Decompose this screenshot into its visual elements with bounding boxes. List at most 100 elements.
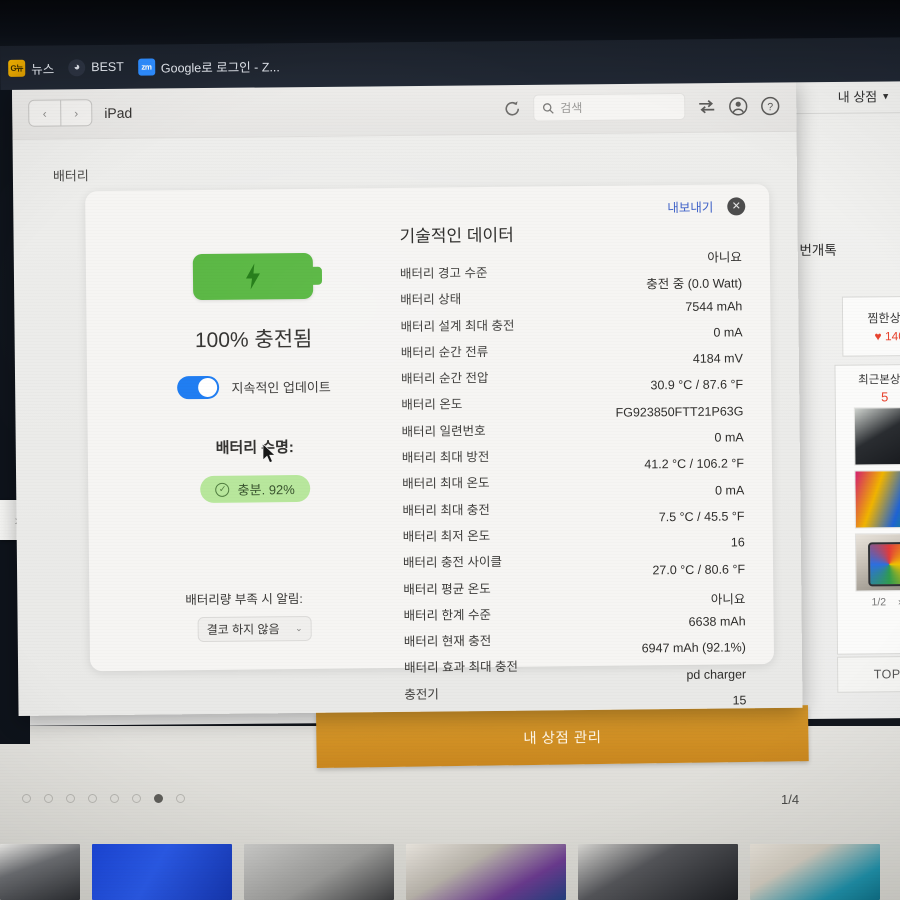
recent-pager-label: 1/2 (871, 596, 887, 609)
heart-icon: ♥ (874, 329, 882, 344)
product-thumbnail[interactable] (853, 407, 900, 466)
scroll-to-top-button[interactable]: TOP (837, 655, 900, 693)
panel-actions: 내보내기 ✕ (667, 196, 746, 216)
product-thumbnail[interactable] (854, 533, 900, 592)
carousel-dot[interactable] (110, 794, 119, 803)
technical-data-title: 기술적인 데이터 (399, 225, 514, 246)
technical-data-label: 배터리 순간 전류 (400, 344, 489, 360)
carousel-dot[interactable] (44, 794, 53, 803)
low-battery-notify-value: 결코 하지 않음 (206, 622, 280, 637)
product-thumbnail[interactable] (854, 470, 900, 529)
talk-label: 번개톡 (799, 242, 837, 259)
technical-data-label: 배터리 상태 (400, 292, 462, 308)
technical-data-label: 배터리 최대 충전 (402, 502, 490, 518)
battery-detail-panel: 내보내기 ✕ 100% 충전됨 지속적인 업데이트 배터리 수명: ✓ 충분. … (85, 184, 775, 716)
battery-summary: 100% 충전됨 지속적인 업데이트 배터리 수명: ✓ 충분. 92% (108, 230, 401, 504)
battery-health-text: 충분. 92% (237, 482, 295, 498)
check-circle-icon: ✓ (215, 482, 230, 497)
help-circle-icon[interactable]: ? (760, 95, 780, 115)
toolbar-spacer (144, 108, 491, 112)
photo-of-screen: G뉴 뉴스 ◕ BEST zm Google로 로그인 - Z... 내 상점 … (0, 0, 900, 900)
low-battery-notify-label: 배터리량 부족 시 알림: (185, 591, 303, 608)
battery-life-title: 배터리 수명: (215, 439, 294, 457)
lightning-bolt-icon (246, 263, 260, 290)
filmstrip-photo[interactable] (0, 844, 80, 900)
continuous-update-label: 지속적인 업데이트 (231, 379, 331, 396)
wishlist-card[interactable]: 찜한상품 ♥ 140 (841, 295, 900, 357)
search-placeholder: 검색 (560, 101, 583, 116)
carousel-dot[interactable] (22, 794, 31, 803)
recent-title: 최근본상품 (858, 374, 900, 387)
chevron-down-icon: ▼ (881, 90, 891, 101)
continuous-update-toggle[interactable] (177, 375, 220, 400)
bookmark-label: BEST (91, 59, 124, 75)
technical-data-value: 0 mA (713, 325, 743, 340)
bookmark-label: 뉴스 (31, 61, 55, 77)
technical-data-label: 배터리 현재 충전 (403, 634, 492, 650)
sync-arrows-icon[interactable] (697, 98, 716, 114)
bookmark-best[interactable]: ◕ BEST (68, 58, 124, 76)
manage-shop-banner[interactable]: 내 상점 관리 (316, 705, 809, 768)
low-battery-notify-select[interactable]: 결코 하지 않음 ⌄ (197, 615, 312, 643)
best-favicon: ◕ (68, 58, 86, 76)
search-input[interactable]: 검색 (533, 92, 686, 122)
battery-charging-icon (192, 252, 314, 301)
technical-data-value: 7.5 °C / 45.5 °F (658, 509, 745, 525)
technical-data-label: 배터리 순간 전압 (400, 371, 489, 387)
wishlist-title: 찜한상품 (867, 311, 900, 326)
chevron-down-icon: ⌄ (295, 622, 303, 634)
carousel-dot[interactable] (88, 794, 97, 803)
technical-data-label: 배터리 일련번호 (401, 423, 486, 439)
my-shop-menu[interactable]: 내 상점 ▼ (838, 86, 891, 105)
technical-data-label: 배터리 최대 온도 (402, 476, 490, 492)
nav-button-group: ‹ › (28, 99, 93, 127)
technical-data-row: 배터리 일련번호 FG923850FTT21P63G (401, 404, 749, 441)
continuous-update-row[interactable]: 지속적인 업데이트 (177, 375, 331, 400)
close-icon[interactable]: ✕ (727, 196, 746, 216)
sidebar-item-battery[interactable]: 배터리 (53, 165, 89, 184)
carousel-dot[interactable] (66, 794, 75, 803)
carousel-dot[interactable] (132, 794, 141, 803)
bookmark-label: Google로 로그인 - Z... (160, 59, 280, 75)
page-title: iPad (104, 104, 133, 121)
recent-pager[interactable]: 1/2 › (871, 596, 900, 608)
carousel-dots[interactable] (22, 794, 185, 803)
refresh-icon[interactable] (503, 99, 521, 117)
technical-data-label: 배터리 효과 최대 충전 (404, 660, 519, 676)
forward-button[interactable]: › (60, 100, 92, 126)
carousel-dot[interactable] (154, 794, 163, 803)
filmstrip-photo[interactable] (578, 844, 738, 900)
battery-app-window: ‹ › iPad 검색 ? 배터리 내보내기 ✕ 100% 충전됨 지속적인 업… (12, 79, 803, 716)
filmstrip-photo[interactable] (750, 844, 880, 900)
technical-data-row: 배터리 최저 온도 7.5 °C / 45.5 °F (403, 509, 751, 546)
technical-data-row: 배터리 설계 최대 충전 7544 mAh (400, 299, 748, 336)
technical-data-value: 7544 mAh (685, 298, 743, 314)
news-favicon: G뉴 (8, 59, 26, 77)
back-button[interactable]: ‹ (29, 100, 60, 125)
zoom-favicon: zm (137, 58, 155, 76)
technical-data-row: 충전기 pd charger (404, 667, 752, 704)
technical-data-value: 30.9 °C / 87.6 °F (650, 377, 744, 393)
bookmark-google-login[interactable]: zm Google로 로그인 - Z... (137, 56, 280, 76)
technical-data-value: 16 (730, 535, 745, 550)
technical-data-label: 배터리 최대 방전 (401, 450, 490, 466)
filmstrip-photo[interactable] (406, 844, 566, 900)
carousel-dot[interactable] (176, 794, 185, 803)
account-circle-icon[interactable] (728, 96, 748, 116)
technical-data-value: 27.0 °C / 80.6 °F (652, 561, 746, 577)
bookmark-news[interactable]: G뉴 뉴스 (8, 58, 54, 77)
recent-products-card[interactable]: 최근본상품 5 1/2 › (834, 363, 900, 655)
filmstrip-photo[interactable] (92, 844, 232, 900)
wishlist-count-value: 140 (884, 329, 900, 344)
technical-data-value: 6947 mAh (92.1%) (641, 640, 746, 656)
wishlist-count: ♥ 140 (874, 329, 900, 343)
technical-data-value: 0 mA (714, 483, 745, 498)
filmstrip-photo[interactable] (244, 844, 394, 900)
export-link[interactable]: 내보내기 (667, 197, 713, 216)
technical-data-value: FG923850FTT21P63G (615, 404, 744, 420)
technical-data-list: 배터리 경고 수준 아니요 배터리 상태 충전 중 (0.0 Watt) 배터리 설계 … (400, 250, 753, 716)
technical-data-label: 충전기 (404, 687, 439, 702)
page-fraction: 1/4 (781, 792, 800, 807)
battery-health-badge: ✓ 충분. 92% (200, 474, 310, 504)
technical-data-label: 배터리 충전 사이클 (402, 555, 503, 571)
